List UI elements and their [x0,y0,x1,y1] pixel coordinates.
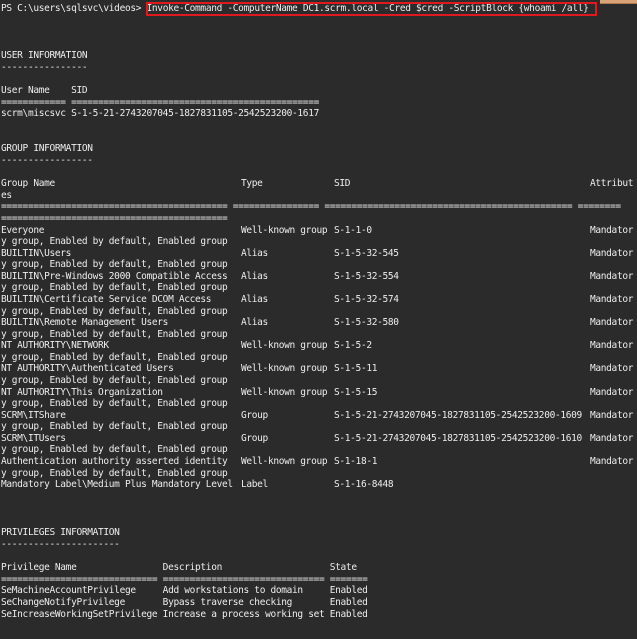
group-attr-wrap: y group, Enabled by default, Enabled gro… [1,444,228,456]
group-attr-wrap: y group, Enabled by default, Enabled gro… [1,398,228,410]
group-attr-wrap: y group, Enabled by default, Enabled gro… [1,375,228,386]
group-name-cell: Authentication authority asserted identi… [1,456,228,467]
group-attr-cell: Mandator [590,432,634,444]
priv-row: SeMachineAccountPrivilege Add workstatio… [1,585,368,596]
group-separator-2: ========================================… [1,213,228,224]
priv-info-header: Privilege Name Description State [1,562,357,573]
group-attr-wrap: y group, Enabled by default, Enabled gro… [1,282,228,294]
group-attr-wrap: y group, Enabled by default, Enabled gro… [1,421,228,433]
group-type-cell: Group [241,409,268,421]
group-name-cell: NT AUTHORITY\Authenticated Users [1,363,174,375]
group-name-cell: BUILTIN\Certificate Service DCOM Access [1,293,212,305]
group-attr-wrap: y group, Enabled by default, Enabled gro… [1,467,228,479]
group-attr-cell: Mandator [590,456,634,467]
group-name-cell: BUILTIN\Remote Management Users [1,317,169,329]
group-col-attr: Attribut [590,178,634,189]
group-type-cell: Group [241,432,268,444]
group-sid-cell: S-1-5-21-2743207045-1827831105-254252320… [334,432,582,444]
group-col-name: Group Name [1,178,55,189]
group-attr-wrap: y group, Enabled by default, Enabled gro… [1,305,228,317]
group-attr-cell: Mandator [590,409,634,421]
group-separator-1: ========================================… [1,201,621,212]
terminal-window[interactable]: PS C:\users\sqlsvc\videos> Invoke-Comman… [0,0,637,639]
group-sid-cell: S-1-5-32-574 [334,293,399,305]
group-info-title: GROUP INFORMATION [1,143,93,154]
group-sid-cell: S-1-5-32-554 [334,270,399,282]
group-attr-wrap: y group, Enabled by default, Enabled gro… [1,351,228,363]
group-type-cell: Alias [241,293,268,305]
group-sid-cell: S-1-5-21-2743207045-1827831105-254252320… [334,409,582,421]
group-type-cell: Alias [241,317,268,329]
group-sid-cell: S-1-18-1 [334,456,378,467]
user-info-underline: ---------------- [1,62,88,73]
group-attr-wrap: y group, Enabled by default, Enabled gro… [1,259,228,271]
group-sid-cell: S-1-5-32-545 [334,247,399,259]
command-highlight-box [146,2,597,16]
group-type-cell: Well-known group [241,224,328,236]
group-attr-cell: Mandator [590,247,634,259]
priv-row: SeChangeNotifyPrivilege Bypass traverse … [1,597,368,608]
user-info-header: User Name SID [1,85,88,96]
group-type-cell: Well-known group [241,340,328,352]
priv-info-underline: ---------------------- [1,539,120,550]
group-name-cell: Everyone [1,224,45,236]
group-type-cell: Well-known group [241,363,328,375]
user-info-row: scrm\miscsvc S-1-5-21-2743207045-1827831… [1,108,319,119]
group-attr-cell: Mandator [590,270,634,282]
user-info-separator: ============ ===========================… [1,97,319,108]
group-info-underline: ----------------- [1,155,93,166]
priv-info-title: PRIVILEGES INFORMATION [1,527,120,538]
group-attr-cell: Mandator [590,340,634,352]
group-type-cell: Label [241,479,268,491]
group-attr-cell: Mandator [590,317,634,329]
group-type-cell: Alias [241,247,268,259]
group-name-cell: Mandatory Label\Medium Plus Mandatory Le… [1,479,233,491]
group-sid-cell: S-1-5-2 [334,340,372,352]
group-attr-cell: Mandator [590,224,634,236]
group-col-type: Type [241,178,263,189]
group-type-cell: Alias [241,270,268,282]
group-col-sid: SID [334,178,351,189]
group-type-cell: Well-known group [241,386,328,398]
group-col-name-wrap: es [1,190,12,201]
user-info-title: USER INFORMATION [1,50,88,61]
priv-row: SeIncreaseWorkingSetPrivilege Increase a… [1,609,368,620]
group-name-cell: BUILTIN\Pre-Windows 2000 Compatible Acce… [1,270,228,282]
corner-badge [600,0,637,4]
group-name-cell: BUILTIN\Users [1,247,72,259]
group-sid-cell: S-1-5-11 [334,363,378,375]
group-attr-cell: Mandator [590,293,634,305]
group-sid-cell: S-1-1-0 [334,224,372,236]
group-attr-cell: Mandator [590,363,634,375]
group-type-cell: Well-known group [241,456,328,467]
group-attr-cell: Mandator [590,386,634,398]
group-name-cell: NT AUTHORITY\This Organization [1,386,163,398]
group-name-cell: SCRM\ITShare [1,409,66,421]
prompt-text: PS C:\users\sqlsvc\videos> [1,3,147,14]
group-attr-wrap: y group, Enabled by default, Enabled gro… [1,236,228,248]
group-attr-wrap: y group, Enabled by default, Enabled gro… [1,328,228,340]
priv-info-separator: ============================= ==========… [1,574,368,585]
group-name-cell: SCRM\ITUsers [1,432,66,444]
group-name-cell: NT AUTHORITY\NETWORK [1,340,109,352]
group-sid-cell: S-1-5-32-580 [334,317,399,329]
group-sid-cell: S-1-16-8448 [334,479,394,491]
group-sid-cell: S-1-5-15 [334,386,378,398]
